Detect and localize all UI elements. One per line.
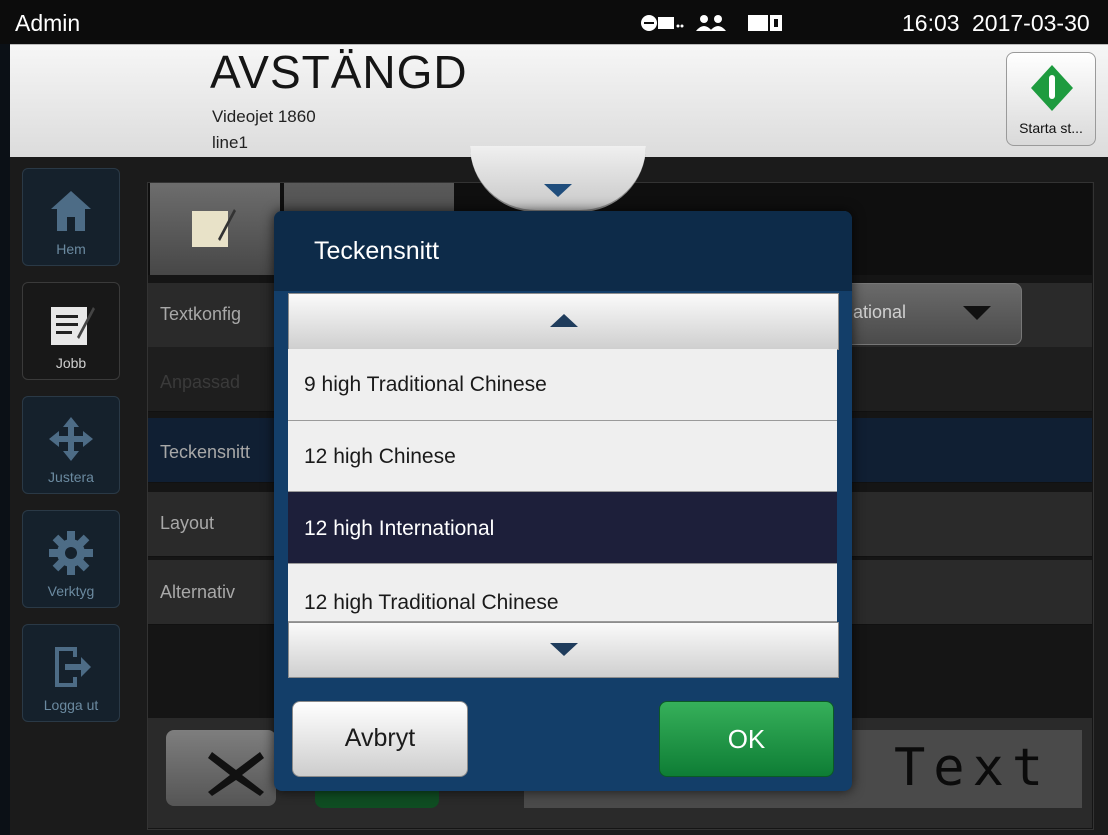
row-label-alternatives: Alternativ: [160, 582, 236, 602]
nav-adjust-button[interactable]: Justera: [22, 396, 120, 494]
close-icon: [208, 752, 264, 796]
font-option-label: 12 high Traditional Chinese: [304, 591, 559, 614]
chevron-down-icon: [963, 306, 991, 320]
job-edit-icon: [51, 307, 95, 345]
nav-logout-button[interactable]: Logga ut: [22, 624, 120, 722]
cancel-button[interactable]: Avbryt: [292, 701, 468, 777]
row-label-text-config: Textkonfig: [160, 304, 242, 324]
nav-label: Hem: [56, 241, 86, 257]
printer-model: Videojet 1860: [212, 107, 316, 126]
printer-status-header: AVSTÄNGD Videojet 1860 line1 Starta st..…: [10, 44, 1108, 157]
chevron-down-icon: [550, 643, 578, 656]
scroll-up-button[interactable]: [288, 293, 839, 350]
users-icon: [696, 14, 732, 37]
clock-date: 2017-03-30: [972, 10, 1090, 36]
dialog-title: Teckensnitt: [314, 237, 440, 265]
job-edit-icon: [192, 209, 236, 247]
ok-button[interactable]: OK: [659, 701, 834, 777]
clock-time: 16:03: [902, 10, 960, 36]
gear-icon: [49, 531, 93, 575]
move-arrows-icon: [49, 417, 93, 461]
row-label-font: Teckensnitt: [160, 442, 251, 462]
discard-button[interactable]: [166, 730, 276, 806]
scroll-down-button[interactable]: [288, 622, 839, 678]
font-option-label: 12 high Chinese: [304, 445, 456, 468]
preview-text: Text: [894, 738, 1052, 798]
font-option-selected[interactable]: 12 high International: [288, 492, 837, 564]
ok-label: OK: [727, 724, 766, 754]
power-icon: [1031, 65, 1073, 111]
start-label: Starta st...: [1019, 120, 1083, 136]
font-option[interactable]: 12 high Traditional Chinese: [288, 564, 837, 622]
connection-icon: [640, 14, 684, 37]
system-status-bar: Admin 16:03 2017-03-30: [0, 0, 1108, 44]
printer-state: AVSTÄNGD: [210, 46, 468, 98]
nav-label: Verktyg: [47, 583, 95, 599]
font-option-label: 9 high Traditional Chinese: [304, 373, 547, 396]
printer-line: line1: [212, 133, 248, 152]
font-option-label: 12 high International: [304, 517, 495, 540]
cancel-label: Avbryt: [344, 724, 416, 752]
nav-job-button[interactable]: Jobb: [22, 282, 120, 380]
font-dropdown-value: ational: [853, 302, 907, 322]
nav-home-button[interactable]: Hem: [22, 168, 120, 266]
home-icon: [51, 191, 91, 231]
tab-job-edit[interactable]: [150, 183, 280, 275]
ink-level-icon: [748, 14, 782, 37]
font-option[interactable]: 9 high Traditional Chinese: [288, 349, 837, 421]
font-option[interactable]: 12 high Chinese: [288, 421, 837, 492]
nav-label: Justera: [48, 469, 94, 485]
row-label-custom: Anpassad: [160, 372, 241, 392]
chevron-down-icon: [544, 184, 572, 197]
nav-label: Jobb: [55, 355, 87, 371]
nav-label: Logga ut: [43, 697, 99, 713]
logout-icon: [55, 647, 91, 687]
user-name: Admin: [15, 10, 81, 36]
start-printer-button[interactable]: Starta st...: [1006, 52, 1096, 146]
chevron-up-icon: [550, 314, 578, 327]
nav-tools-button[interactable]: Verktyg: [22, 510, 120, 608]
row-label-layout: Layout: [160, 513, 215, 533]
